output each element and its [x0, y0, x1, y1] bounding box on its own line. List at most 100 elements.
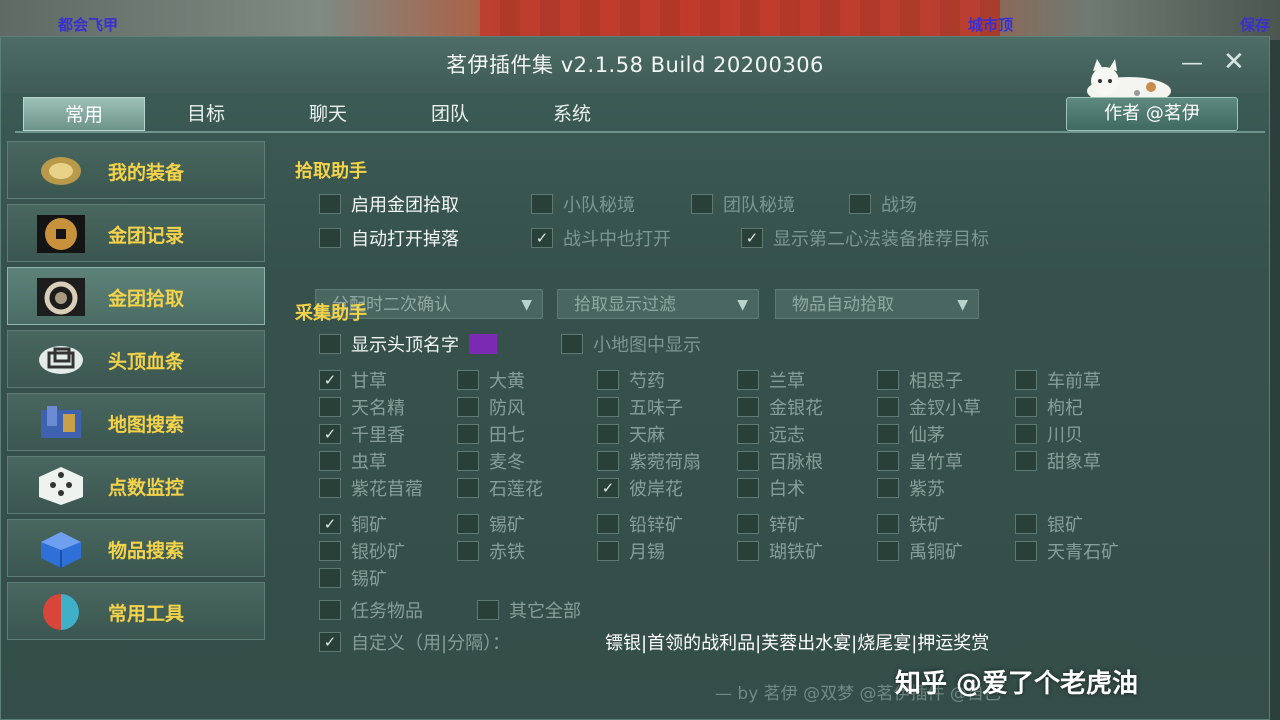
dropdown-loot-filter[interactable]: 拾取显示过滤 ▼	[557, 289, 759, 319]
herb-checkbox[interactable]: 仙茅	[877, 421, 945, 447]
herb-checkbox[interactable]: 金银花	[737, 394, 823, 420]
checkbox-quest-items[interactable]: 任务物品	[319, 597, 423, 623]
ore-checkbox[interactable]: 月锡	[597, 538, 665, 564]
checkbox-box	[737, 424, 759, 444]
ore-checkbox[interactable]: 铁矿	[877, 511, 945, 537]
checkbox-other-all[interactable]: 其它全部	[477, 597, 581, 623]
herb-checkbox[interactable]: 大黄	[457, 367, 525, 393]
sidebar-item-map-search[interactable]: 地图搜索	[7, 393, 265, 451]
ore-checkbox[interactable]: 锡矿	[319, 565, 387, 591]
sidebar-item-gold-record[interactable]: 金团记录	[7, 204, 265, 262]
checkbox-box	[597, 370, 619, 390]
ore-checkbox[interactable]: 锡矿	[457, 511, 525, 537]
ore-checkbox[interactable]: ✓ 铜矿	[319, 511, 387, 537]
checkbox-box	[319, 228, 341, 248]
checkbox-box	[737, 541, 759, 561]
custom-items-input[interactable]: 镖银|首领的战利品|芙蓉出水宴|烧尾宴|押运奖赏	[605, 629, 989, 655]
herb-checkbox[interactable]: 远志	[737, 421, 805, 447]
herb-checkbox[interactable]: 田七	[457, 421, 525, 447]
sidebar-item-dice-monitor[interactable]: 点数监控	[7, 456, 265, 514]
checkbox-box: ✓	[319, 370, 341, 390]
checkbox-box	[877, 424, 899, 444]
herb-checkbox[interactable]: 天名精	[319, 394, 405, 420]
herb-checkbox[interactable]: ✓ 甘草	[319, 367, 387, 393]
checkbox-open-in-combat[interactable]: ✓ 战斗中也打开	[531, 225, 671, 251]
title-bar[interactable]: 茗伊插件集 v2.1.58 Build 20200306 — ✕	[1, 37, 1269, 105]
sidebar-item-label: 物品搜索	[108, 540, 185, 562]
tab-chat[interactable]: 聊天	[267, 97, 389, 131]
herb-checkbox[interactable]: 麦冬	[457, 448, 525, 474]
ore-checkbox[interactable]: 铅锌矿	[597, 511, 683, 537]
herb-checkbox[interactable]: 石莲花	[457, 475, 543, 501]
herb-checkbox[interactable]: 枸杞	[1015, 394, 1083, 420]
herb-checkbox[interactable]: 白术	[737, 475, 805, 501]
ore-checkbox[interactable]: 赤铁	[457, 538, 525, 564]
ore-checkbox[interactable]: 银矿	[1015, 511, 1083, 537]
tab-bar: 常用 目标 聊天 团队 系统	[23, 97, 633, 131]
ore-checkbox[interactable]: 银砂矿	[319, 538, 405, 564]
checkbox-box: ✓	[597, 478, 619, 498]
checkbox-box	[597, 514, 619, 534]
checkbox-box	[319, 541, 341, 561]
sidebar-item-health-bar[interactable]: 头顶血条	[7, 330, 265, 388]
herb-checkbox[interactable]: 紫菀荷扇	[597, 448, 701, 474]
checkbox-box	[597, 397, 619, 417]
checkbox-custom[interactable]: ✓ 自定义（用|分隔）：	[319, 629, 510, 655]
checkbox-box	[849, 194, 871, 214]
checkbox-auto-open-drops[interactable]: 自动打开掉落	[319, 225, 459, 251]
herb-checkbox[interactable]: 天麻	[597, 421, 665, 447]
close-icon[interactable]: ✕	[1223, 47, 1245, 77]
herb-checkbox[interactable]: 紫花苜蓿	[319, 475, 423, 501]
tab-target[interactable]: 目标	[145, 97, 267, 131]
herb-checkbox[interactable]: 相思子	[877, 367, 963, 393]
ore-checkbox[interactable]: 天青石矿	[1015, 538, 1119, 564]
herb-checkbox[interactable]: ✓ 彼岸花	[597, 475, 683, 501]
tab-system[interactable]: 系统	[511, 97, 633, 131]
game-background: 都会飞甲 城市顶 保存	[0, 0, 1280, 40]
ore-checkbox[interactable]: 锌矿	[737, 511, 805, 537]
checkbox-box	[597, 424, 619, 444]
checkbox-second-spec-recommend[interactable]: ✓ 显示第二心法装备推荐目标	[741, 225, 989, 251]
herb-checkbox[interactable]: 紫苏	[877, 475, 945, 501]
herb-checkbox[interactable]: 五味子	[597, 394, 683, 420]
herb-checkbox[interactable]: 百脉根	[737, 448, 823, 474]
checkbox-box	[877, 370, 899, 390]
checkbox-box	[737, 370, 759, 390]
loot-section-title: 拾取助手	[295, 161, 367, 182]
sidebar-item-common-tools[interactable]: 常用工具	[7, 582, 265, 640]
sidebar-item-gold-loot[interactable]: 金团拾取	[7, 267, 265, 325]
herb-checkbox[interactable]: 车前草	[1015, 367, 1101, 393]
sidebar-item-item-search[interactable]: 物品搜索	[7, 519, 265, 577]
checkbox-box	[1015, 514, 1037, 534]
tab-common[interactable]: 常用	[23, 97, 145, 131]
checkbox-box	[737, 397, 759, 417]
checkbox-battlefield[interactable]: 战场	[849, 191, 917, 217]
minimize-icon[interactable]: —	[1181, 51, 1203, 76]
herb-checkbox[interactable]: ✓ 千里香	[319, 421, 405, 447]
sidebar-item-my-equipment[interactable]: 我的装备	[7, 141, 265, 199]
npc-name-right-edge: 保存	[1240, 16, 1271, 34]
herb-checkbox[interactable]: 防风	[457, 394, 525, 420]
herb-checkbox[interactable]: 虫草	[319, 448, 387, 474]
color-swatch[interactable]	[469, 334, 497, 354]
herb-checkbox[interactable]: 甜象草	[1015, 448, 1101, 474]
checkbox-show-overhead-name[interactable]: 显示头顶名字	[319, 331, 497, 357]
equipment-icon	[32, 150, 90, 192]
checkbox-enable-gold-loot[interactable]: 启用金团拾取	[319, 191, 459, 217]
checkbox-party-dungeon[interactable]: 小队秘境	[531, 191, 635, 217]
checkbox-box	[319, 600, 341, 620]
ore-checkbox[interactable]: 瑚铁矿	[737, 538, 823, 564]
herb-checkbox[interactable]: 兰草	[737, 367, 805, 393]
herb-checkbox[interactable]: 川贝	[1015, 421, 1083, 447]
herb-checkbox[interactable]: 金钗小草	[877, 394, 981, 420]
checkbox-show-on-minimap[interactable]: 小地图中显示	[561, 331, 701, 357]
checkbox-raid-dungeon[interactable]: 团队秘境	[691, 191, 795, 217]
checkbox-box	[477, 600, 499, 620]
author-button[interactable]: 作者 @茗伊	[1066, 97, 1238, 131]
dropdown-auto-pickup[interactable]: 物品自动拾取 ▼	[775, 289, 979, 319]
tab-team[interactable]: 团队	[389, 97, 511, 131]
ore-checkbox[interactable]: 禹铜矿	[877, 538, 963, 564]
herb-checkbox[interactable]: 皇竹草	[877, 448, 963, 474]
checkbox-box: ✓	[741, 228, 763, 248]
herb-checkbox[interactable]: 芍药	[597, 367, 665, 393]
